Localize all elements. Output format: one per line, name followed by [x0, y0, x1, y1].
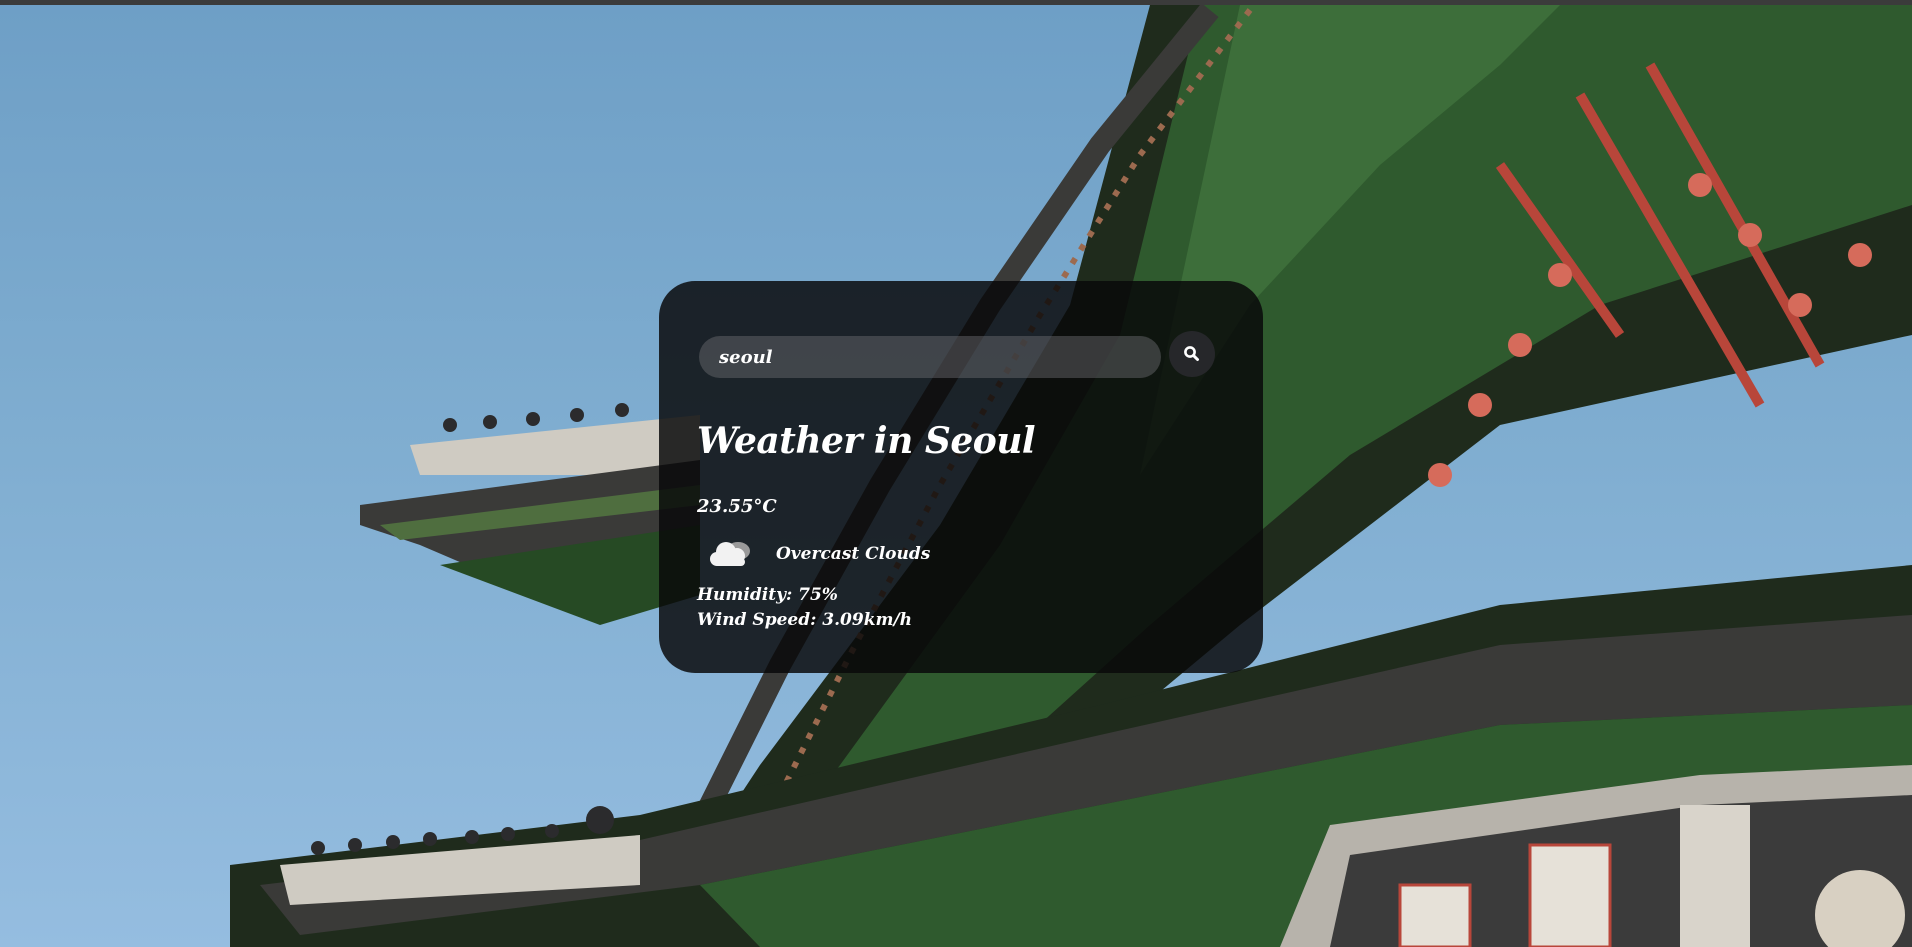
search-button[interactable]: [1169, 331, 1215, 377]
browser-top-edge: [0, 0, 1912, 5]
weather-card: Weather in Seoul 23.55°C Overcast Clouds…: [659, 281, 1263, 673]
search-icon: [1184, 346, 1199, 361]
search-input[interactable]: [699, 336, 1161, 378]
city-title: Weather in Seoul: [697, 420, 1036, 462]
weather-app-viewport: Weather in Seoul 23.55°C Overcast Clouds…: [0, 0, 1912, 947]
cloud-icon: [710, 542, 750, 566]
wind-speed-value: Wind Speed: 3.09km/h: [697, 610, 913, 630]
temperature-value: 23.55°C: [697, 496, 777, 517]
search-bar: [699, 331, 1227, 384]
humidity-value: Humidity: 75%: [697, 585, 838, 605]
condition-text: Overcast Clouds: [776, 544, 931, 564]
condition-row: Overcast Clouds: [704, 534, 930, 574]
